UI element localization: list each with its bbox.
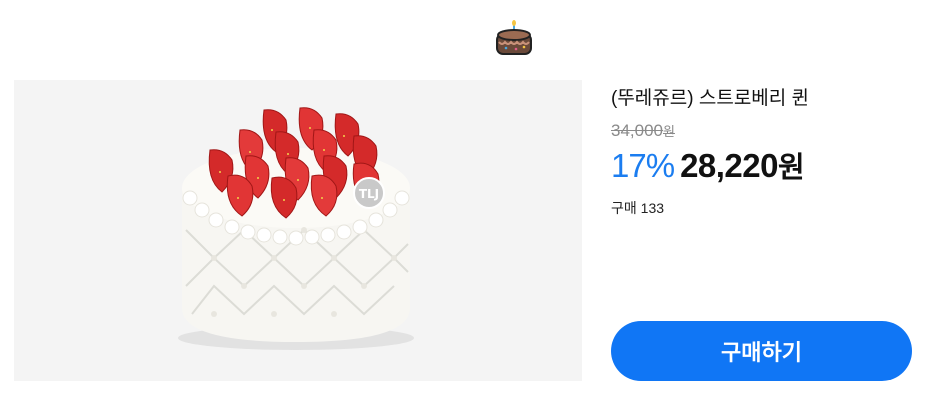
product-image[interactable]: TLJ <box>14 80 582 381</box>
original-price: 34,000원 <box>611 121 675 141</box>
logo-badge-text: TLJ <box>359 187 379 201</box>
product-title[interactable]: (뚜레쥬르) 스트로베리 퀸 <box>611 83 809 110</box>
purchase-label: 구매 <box>611 200 637 216</box>
original-price-unit: 원 <box>663 124 675 139</box>
birthday-cake-icon <box>494 20 534 58</box>
buy-button[interactable]: 구매하기 <box>611 321 912 381</box>
original-price-value: 34,000 <box>611 121 663 140</box>
discount-rate: 17% <box>611 147 675 184</box>
sale-price: 28,220 <box>680 147 778 184</box>
sale-price-unit: 원 <box>778 152 805 184</box>
purchase-number: 133 <box>640 200 665 216</box>
purchase-count: 구매 133 <box>611 198 664 218</box>
price-row: 17% 28,220 원 <box>611 144 805 186</box>
